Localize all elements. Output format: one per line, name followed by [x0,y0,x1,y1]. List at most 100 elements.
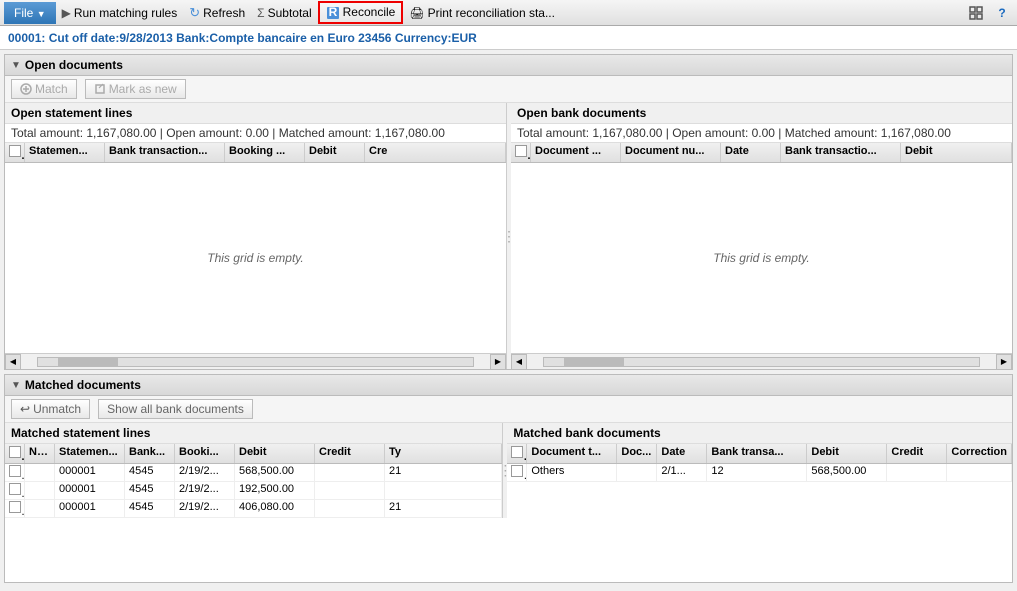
matched-bank-col-doc[interactable]: Doc... [617,444,657,463]
col-debit[interactable]: Debit [305,143,365,162]
match-button[interactable]: Match [11,79,77,99]
matched-bank-col-doc-t[interactable]: Document t... [527,444,617,463]
col-debit-bank[interactable]: Debit [901,143,1012,162]
matched-col-statement[interactable]: Statemen... [55,444,125,463]
matched-bank-col-credit[interactable]: Credit [887,444,947,463]
cell-booking-2: 2/19/2... [175,482,235,499]
cell-cb-3[interactable] [5,500,25,517]
matched-bank-col-cb [507,444,527,463]
open-bank-panel: Open bank documents Total amount: 1,167,… [511,103,1012,369]
help-icon: ? [998,6,1005,20]
matched-statement-row[interactable]: 000001 4545 2/19/2... 406,080.00 21 [5,500,502,518]
matched-bank-col-correction[interactable]: Correction [947,444,1012,463]
view-toggle-button[interactable] [965,2,987,24]
matched-statement-row[interactable]: 000001 4545 2/19/2... 568,500.00 21 [5,464,502,482]
matched-col-bank[interactable]: Bank... [125,444,175,463]
matched-bank-header-checkbox[interactable] [511,446,523,458]
col-bank-transaction[interactable]: Bank transaction... [105,143,225,162]
bank-row-checkbox-1[interactable] [511,465,523,477]
scroll-track[interactable] [37,357,474,367]
col-booking[interactable]: Booking ... [225,143,305,162]
matched-two-panel: Matched statement lines New Statemen... … [5,423,1012,518]
bank-cell-cb-1[interactable] [507,464,527,481]
bank-scroll-left-arrow[interactable]: ◀ [511,354,527,370]
unmatch-button[interactable]: ↩ Unmatch [11,399,90,419]
run-matching-rules-button[interactable]: ▶ Run matching rules [56,4,184,22]
matched-statement-row[interactable]: 000001 4545 2/19/2... 192,500.00 [5,482,502,500]
matched-bank-col-debit[interactable]: Debit [807,444,887,463]
mark-label: Mark as new [109,82,177,96]
matched-statement-label: Matched statement lines [11,426,150,440]
file-chevron-icon: ▼ [37,9,46,19]
cell-credit-3 [315,500,385,517]
row-checkbox-3[interactable] [9,501,21,513]
print-button[interactable]: 🖨 Print reconciliation sta... [403,4,561,22]
cell-cb-1[interactable] [5,464,25,481]
open-statement-header: Open statement lines [5,103,506,124]
matched-col-booking[interactable]: Booki... [175,444,235,463]
bank-cell-debit-1: 568,500.00 [807,464,887,481]
open-statement-label: Open statement lines [11,106,132,120]
header-checkbox[interactable] [9,145,21,157]
row-checkbox-1[interactable] [9,465,21,477]
open-statement-hscroll[interactable]: ◀ ▶ [5,353,506,369]
header-info: 00001: Cut off date:9/28/2013 Bank:Compt… [0,26,1017,50]
open-bank-columns: Document ... Document nu... Date Bank tr… [511,143,1012,163]
refresh-icon: ↻ [189,5,200,21]
file-menu-button[interactable]: File ▼ [4,2,56,24]
match-label: Match [35,82,68,96]
view-icon [969,6,983,20]
open-bank-empty: This grid is empty. [713,251,809,265]
refresh-label: Refresh [203,6,245,20]
bank-cell-transa-1: 12 [707,464,807,481]
bank-scroll-track[interactable] [543,357,980,367]
cell-new-2 [25,482,55,499]
col-date[interactable]: Date [721,143,781,162]
matched-header-checkbox[interactable] [9,446,21,458]
help-button[interactable]: ? [991,2,1013,24]
show-all-label: Show all bank documents [107,402,244,416]
matched-bank-col-date[interactable]: Date [657,444,707,463]
open-bank-hscroll[interactable]: ◀ ▶ [511,353,1012,369]
open-bank-label: Open bank documents [517,106,646,120]
open-documents-section: ▼ Open documents Match Mark as new [4,54,1013,370]
open-statement-panel: Open statement lines Total amount: 1,167… [5,103,507,369]
subtotal-button[interactable]: Σ Subtotal [251,4,317,22]
cell-statement-3: 000001 [55,500,125,517]
header-checkbox-bank[interactable] [515,145,527,157]
cell-credit-1 [315,464,385,481]
col-document-nu[interactable]: Document nu... [621,143,721,162]
bank-scroll-right-arrow[interactable]: ▶ [996,354,1012,370]
matched-col-new[interactable]: New [25,444,55,463]
open-statement-stats-text: Total amount: 1,167,080.00 | Open amount… [11,126,445,140]
matched-col-credit[interactable]: Credit [315,444,385,463]
matched-bank-row[interactable]: Others 2/1... 12 568,500.00 [507,464,1012,482]
scroll-thumb[interactable] [58,358,118,366]
reconcile-label: Reconcile [343,5,396,19]
bank-scroll-thumb[interactable] [564,358,624,366]
bank-cell-date-1: 2/1... [657,464,707,481]
matched-statement-panel: Matched statement lines New Statemen... … [5,423,503,518]
open-bank-stats-text: Total amount: 1,167,080.00 | Open amount… [517,126,951,140]
cell-cb-2[interactable] [5,482,25,499]
cell-ty-1: 21 [385,464,502,481]
row-checkbox-2[interactable] [9,483,21,495]
scroll-left-arrow[interactable]: ◀ [5,354,21,370]
bank-cell-doc-t-1: Others [527,464,617,481]
col-statement[interactable]: Statemen... [25,143,105,162]
unmatch-label: Unmatch [33,402,81,416]
subtotal-icon: Σ [257,6,264,20]
col-credit[interactable]: Cre [365,143,506,162]
scroll-right-arrow[interactable]: ▶ [490,354,506,370]
refresh-button[interactable]: ↻ Refresh [183,3,251,23]
col-document-t[interactable]: Document ... [531,143,621,162]
reconcile-button[interactable]: R Reconcile [318,1,404,24]
matched-col-ty[interactable]: Ty [385,444,502,463]
show-all-bank-docs-button[interactable]: Show all bank documents [98,399,253,419]
col-bank-transactio[interactable]: Bank transactio... [781,143,901,162]
mark-as-new-button[interactable]: Mark as new [85,79,186,99]
matched-col-debit[interactable]: Debit [235,444,315,463]
cell-bank-3: 4545 [125,500,175,517]
matched-bank-col-bank-transa[interactable]: Bank transa... [707,444,807,463]
open-statement-grid: Statemen... Bank transaction... Booking … [5,143,506,353]
